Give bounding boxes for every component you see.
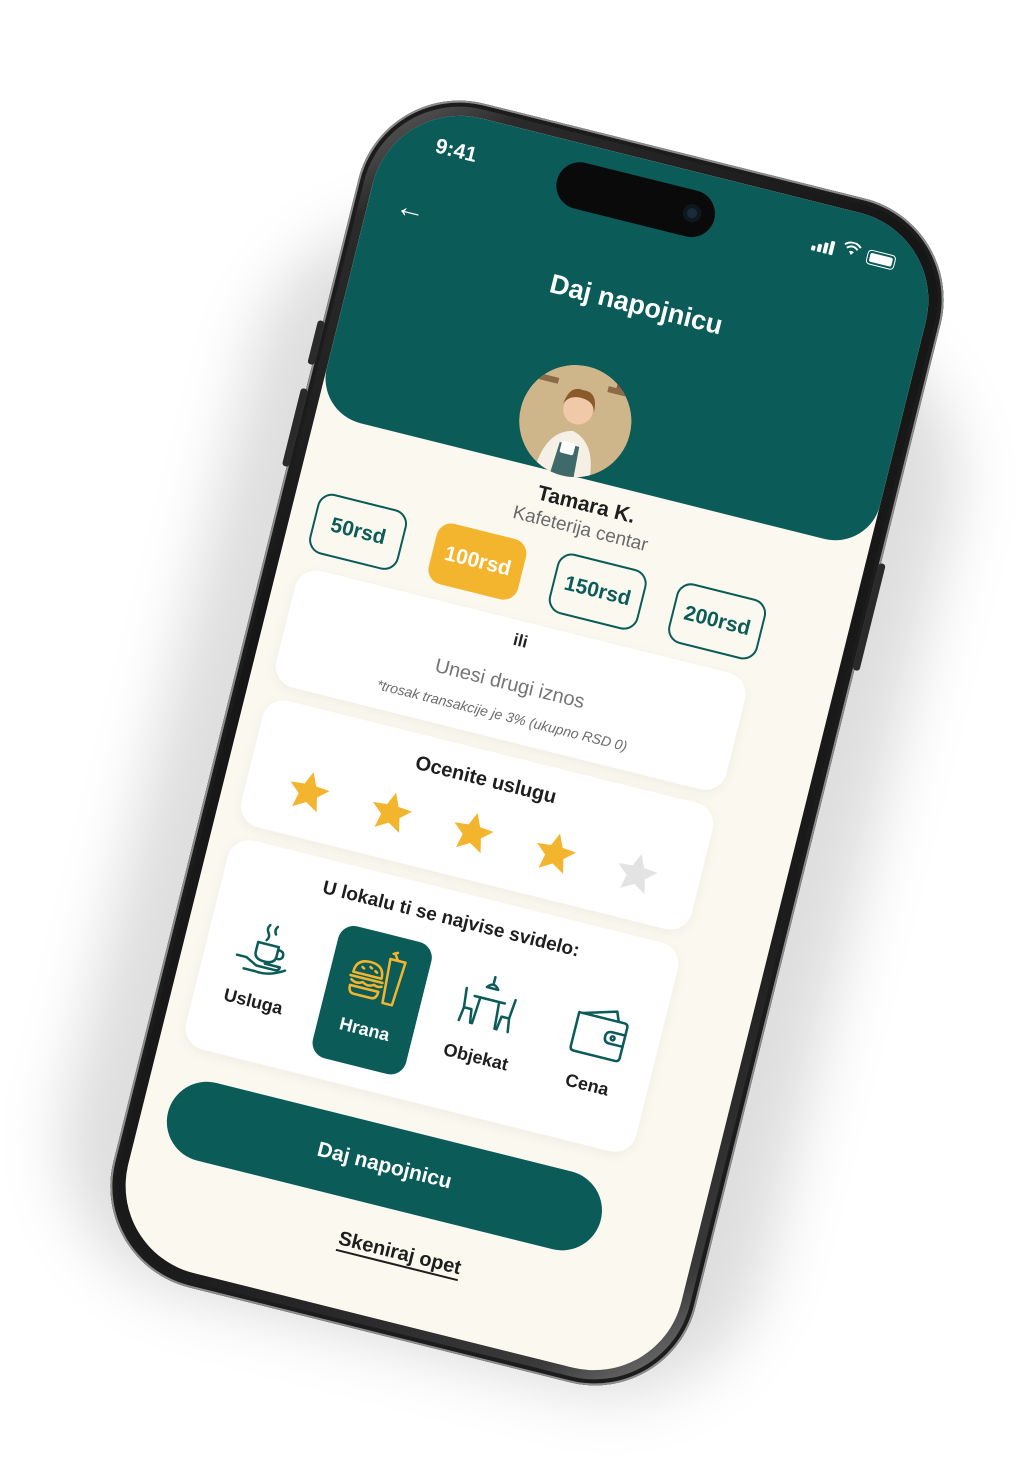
wallet-icon [569, 1010, 629, 1063]
back-arrow-icon[interactable]: ← [392, 189, 429, 228]
burger-drink-icon [347, 951, 407, 1007]
amount-200-button[interactable]: 200rsd [664, 580, 770, 663]
amount-100-button[interactable]: 100rsd [425, 520, 530, 603]
favorite-objekat[interactable]: Objekat [420, 950, 546, 1105]
favorite-label: Cena [563, 1069, 611, 1100]
status-icons [810, 233, 898, 271]
favorite-hrana[interactable]: Hrana [308, 922, 435, 1078]
favorite-usluga[interactable]: Usluga [198, 895, 324, 1050]
favorite-label: Usluga [221, 984, 285, 1019]
star-icon[interactable] [609, 846, 665, 902]
star-icon[interactable] [445, 805, 501, 861]
status-time: 9:41 [433, 134, 480, 168]
camera-icon [681, 202, 703, 225]
battery-icon [865, 248, 897, 271]
coffee-serving-icon [235, 923, 287, 975]
favorite-label: Hrana [337, 1013, 392, 1046]
favorite-label: Objekat [441, 1039, 511, 1075]
star-icon[interactable] [281, 764, 337, 820]
favorite-cena[interactable]: Cena [531, 978, 657, 1133]
table-chairs-icon [457, 976, 518, 1034]
star-icon[interactable] [363, 784, 419, 840]
wifi-icon [841, 240, 863, 262]
phone-mockup: 9:41 ← Daj napojnicu Tamara K. Kafeterij… [88, 78, 966, 1408]
star-icon[interactable] [527, 825, 583, 881]
signal-icon [810, 233, 839, 256]
amount-50-button[interactable]: 50rsd [305, 490, 411, 574]
amount-150-button[interactable]: 150rsd [545, 550, 650, 633]
